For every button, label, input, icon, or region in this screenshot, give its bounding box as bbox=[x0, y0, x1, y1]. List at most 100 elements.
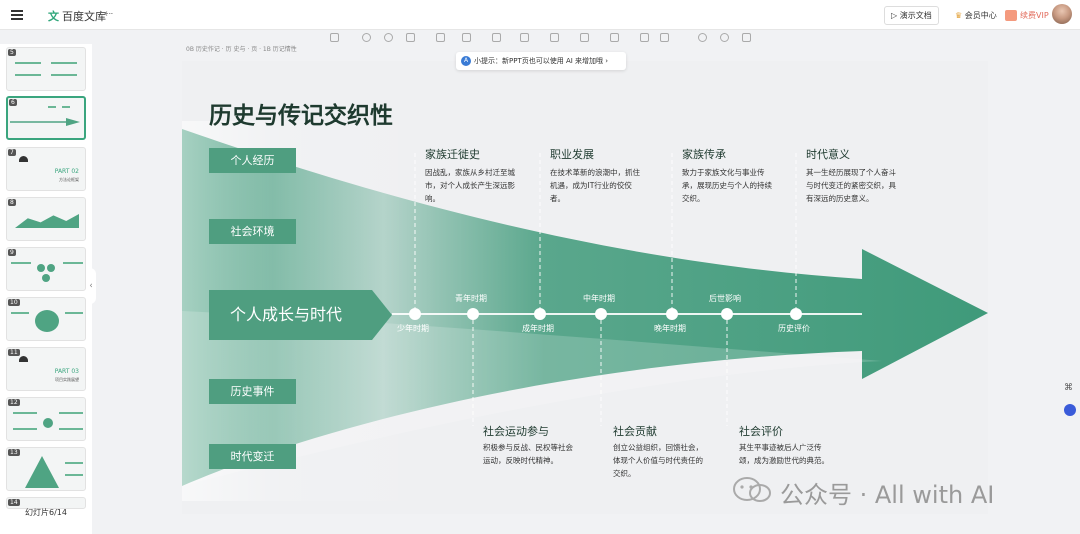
slide-thumbnails-panel: 5 6 7 PART 02 方法论框架 8 9 10 11 PART 03 项目… bbox=[0, 44, 92, 534]
watermark: 公众号 · All with AI bbox=[780, 481, 995, 509]
top-bar: 文百度文库 ⇠ ▷ 演示文档 ♛ 会员中心 续费VIP bbox=[0, 0, 1080, 30]
menu-icon[interactable] bbox=[11, 10, 23, 20]
column-body: 创立公益组织，回馈社会，体现个人价值与时代责任的交织。 bbox=[613, 443, 703, 478]
slide-thumb-6[interactable]: 6 bbox=[6, 96, 86, 140]
slide-canvas[interactable]: 历史与传记交织性 个人经历 社会环境 历史事件 时代变迁 个人成长与时代 少年时… bbox=[182, 61, 988, 514]
icon-library-icon[interactable] bbox=[580, 33, 589, 42]
chart-icon[interactable] bbox=[610, 33, 619, 42]
part-label: PART 03 bbox=[54, 368, 79, 375]
gift-icon bbox=[1005, 10, 1017, 21]
avatar[interactable] bbox=[1052, 4, 1072, 24]
redo-icon[interactable] bbox=[384, 33, 393, 42]
present-button[interactable]: ▷ 演示文档 bbox=[884, 6, 939, 25]
tip-text: 小提示：新PPT页也可以使用 AI 来增加哦 › bbox=[474, 57, 609, 65]
vip-label: 续费VIP bbox=[1020, 11, 1049, 20]
column-title: 家族迁徙史 bbox=[425, 148, 480, 161]
save-icon[interactable] bbox=[330, 33, 339, 42]
slide-number: 13 bbox=[8, 449, 20, 456]
info-icon: A bbox=[461, 56, 471, 66]
slide-title[interactable]: 历史与传记交织性 bbox=[209, 96, 393, 130]
format-painter-icon[interactable] bbox=[406, 33, 415, 42]
member-center-label: 会员中心 bbox=[964, 11, 997, 20]
slide-thumb-12[interactable]: 12 bbox=[6, 397, 86, 441]
timeline-node bbox=[534, 308, 546, 320]
collapse-sidebar-icon[interactable]: ‹ bbox=[86, 268, 96, 304]
slide-number: 11 bbox=[8, 349, 20, 356]
shape-icon[interactable] bbox=[492, 33, 501, 42]
undo-icon[interactable] bbox=[362, 33, 371, 42]
timeline-node bbox=[409, 308, 421, 320]
link-icon[interactable] bbox=[742, 33, 751, 42]
column-body: 因战乱，家族从乡村迁至城市，对个人成长产生深远影响。 bbox=[425, 168, 515, 203]
slide-thumb-13[interactable]: 13 bbox=[6, 447, 86, 491]
shortcut-icon[interactable]: ⌘ bbox=[1064, 383, 1074, 393]
timeline-node bbox=[595, 308, 607, 320]
slide-number: 12 bbox=[8, 399, 20, 406]
timeline-node bbox=[666, 308, 678, 320]
label-personal-experience[interactable]: 个人经历 bbox=[209, 148, 296, 173]
column-title: 家族传承 bbox=[682, 148, 726, 161]
stage-label: 少年时期 bbox=[397, 324, 429, 333]
slide-number: 6 bbox=[9, 99, 17, 106]
slide-thumb-8[interactable]: 8 bbox=[6, 197, 86, 241]
stage-label: 中年时期 bbox=[583, 294, 615, 303]
column-title: 时代意义 bbox=[806, 148, 850, 161]
stage-label: 青年时期 bbox=[455, 294, 487, 303]
back-icon[interactable]: ⇠ bbox=[104, 7, 113, 20]
assistant-icon[interactable] bbox=[1064, 404, 1076, 416]
column-body: 其生平事迹被后人广泛传颂，成为激励世代的典范。 bbox=[739, 443, 829, 465]
timeline-node bbox=[721, 308, 733, 320]
crown-icon: ♛ bbox=[955, 11, 963, 20]
formula-icon[interactable] bbox=[660, 33, 669, 42]
slide-counter: 幻灯片6/14 bbox=[25, 508, 67, 517]
main-arrow-label[interactable]: 个人成长与时代 bbox=[209, 290, 363, 340]
slide-thumb-11[interactable]: 11 PART 03 项目实践展望 bbox=[6, 347, 86, 391]
member-center-link[interactable]: ♛ 会员中心 bbox=[955, 10, 997, 21]
column-title: 社会贡献 bbox=[613, 425, 657, 438]
logo-mark: 文 bbox=[48, 10, 59, 23]
slide-thumb-7[interactable]: 7 PART 02 方法论框架 bbox=[6, 147, 86, 191]
slide-number: 14 bbox=[8, 499, 20, 506]
border-icon[interactable] bbox=[520, 33, 529, 42]
slide-thumb-9[interactable]: 9 bbox=[6, 247, 86, 291]
lamp-icon bbox=[19, 356, 28, 362]
column-body: 致力于家族文化与事业传承，展现历史与个人的持续交织。 bbox=[682, 168, 772, 203]
image-icon[interactable] bbox=[462, 33, 471, 42]
slide-thumb-10[interactable]: 10 bbox=[6, 297, 86, 341]
slide-thumb-5[interactable]: 5 bbox=[6, 47, 86, 91]
emoji-icon[interactable] bbox=[698, 33, 707, 42]
slide-number: 9 bbox=[8, 249, 16, 256]
label-social-environment[interactable]: 社会环境 bbox=[209, 219, 296, 244]
timeline-node bbox=[467, 308, 479, 320]
part-sublabel: 项目实践展望 bbox=[55, 377, 79, 382]
app-logo[interactable]: 文百度文库 bbox=[48, 8, 106, 24]
ai-tip-banner[interactable]: A 小提示：新PPT页也可以使用 AI 来增加哦 › bbox=[456, 52, 626, 70]
stage-label: 成年时期 bbox=[522, 324, 554, 333]
part-label: PART 02 bbox=[54, 168, 79, 175]
stage-label: 晚年时期 bbox=[654, 324, 686, 333]
logo-text: 百度文库 bbox=[62, 10, 106, 23]
breadcrumb: 0B 历史作记 · 历 史与 · 页 · 1B 历记情性 bbox=[186, 46, 297, 53]
slide-number: 10 bbox=[8, 299, 20, 306]
wechat-icon bbox=[733, 477, 771, 502]
column-title: 社会评价 bbox=[739, 425, 783, 438]
slide-number: 5 bbox=[8, 49, 16, 56]
column-body: 其一生经历展现了个人奋斗与时代变迁的紧密交织，具有深远的历史意义。 bbox=[806, 168, 896, 203]
table-icon[interactable] bbox=[640, 33, 649, 42]
timeline-node bbox=[790, 308, 802, 320]
column-title: 职业发展 bbox=[550, 148, 594, 161]
column-title: 社会运动参与 bbox=[483, 425, 549, 438]
slide-number: 8 bbox=[8, 199, 16, 206]
stage-label: 历史评价 bbox=[778, 324, 810, 333]
slide-number: 7 bbox=[8, 149, 16, 156]
crop-icon[interactable] bbox=[550, 33, 559, 42]
column-body: 在技术革新的浪潮中，抓住机遇，成为IT行业的佼佼者。 bbox=[550, 168, 640, 203]
label-era-changes[interactable]: 时代变迁 bbox=[209, 444, 296, 469]
vip-renew-link[interactable]: 续费VIP bbox=[1005, 10, 1049, 21]
label-historical-events[interactable]: 历史事件 bbox=[209, 379, 296, 404]
zoom-icon[interactable] bbox=[720, 33, 729, 42]
lamp-icon bbox=[19, 156, 28, 162]
stage-label: 后世影响 bbox=[709, 294, 741, 303]
text-icon[interactable] bbox=[436, 33, 445, 42]
editor-toolbar bbox=[320, 30, 760, 48]
